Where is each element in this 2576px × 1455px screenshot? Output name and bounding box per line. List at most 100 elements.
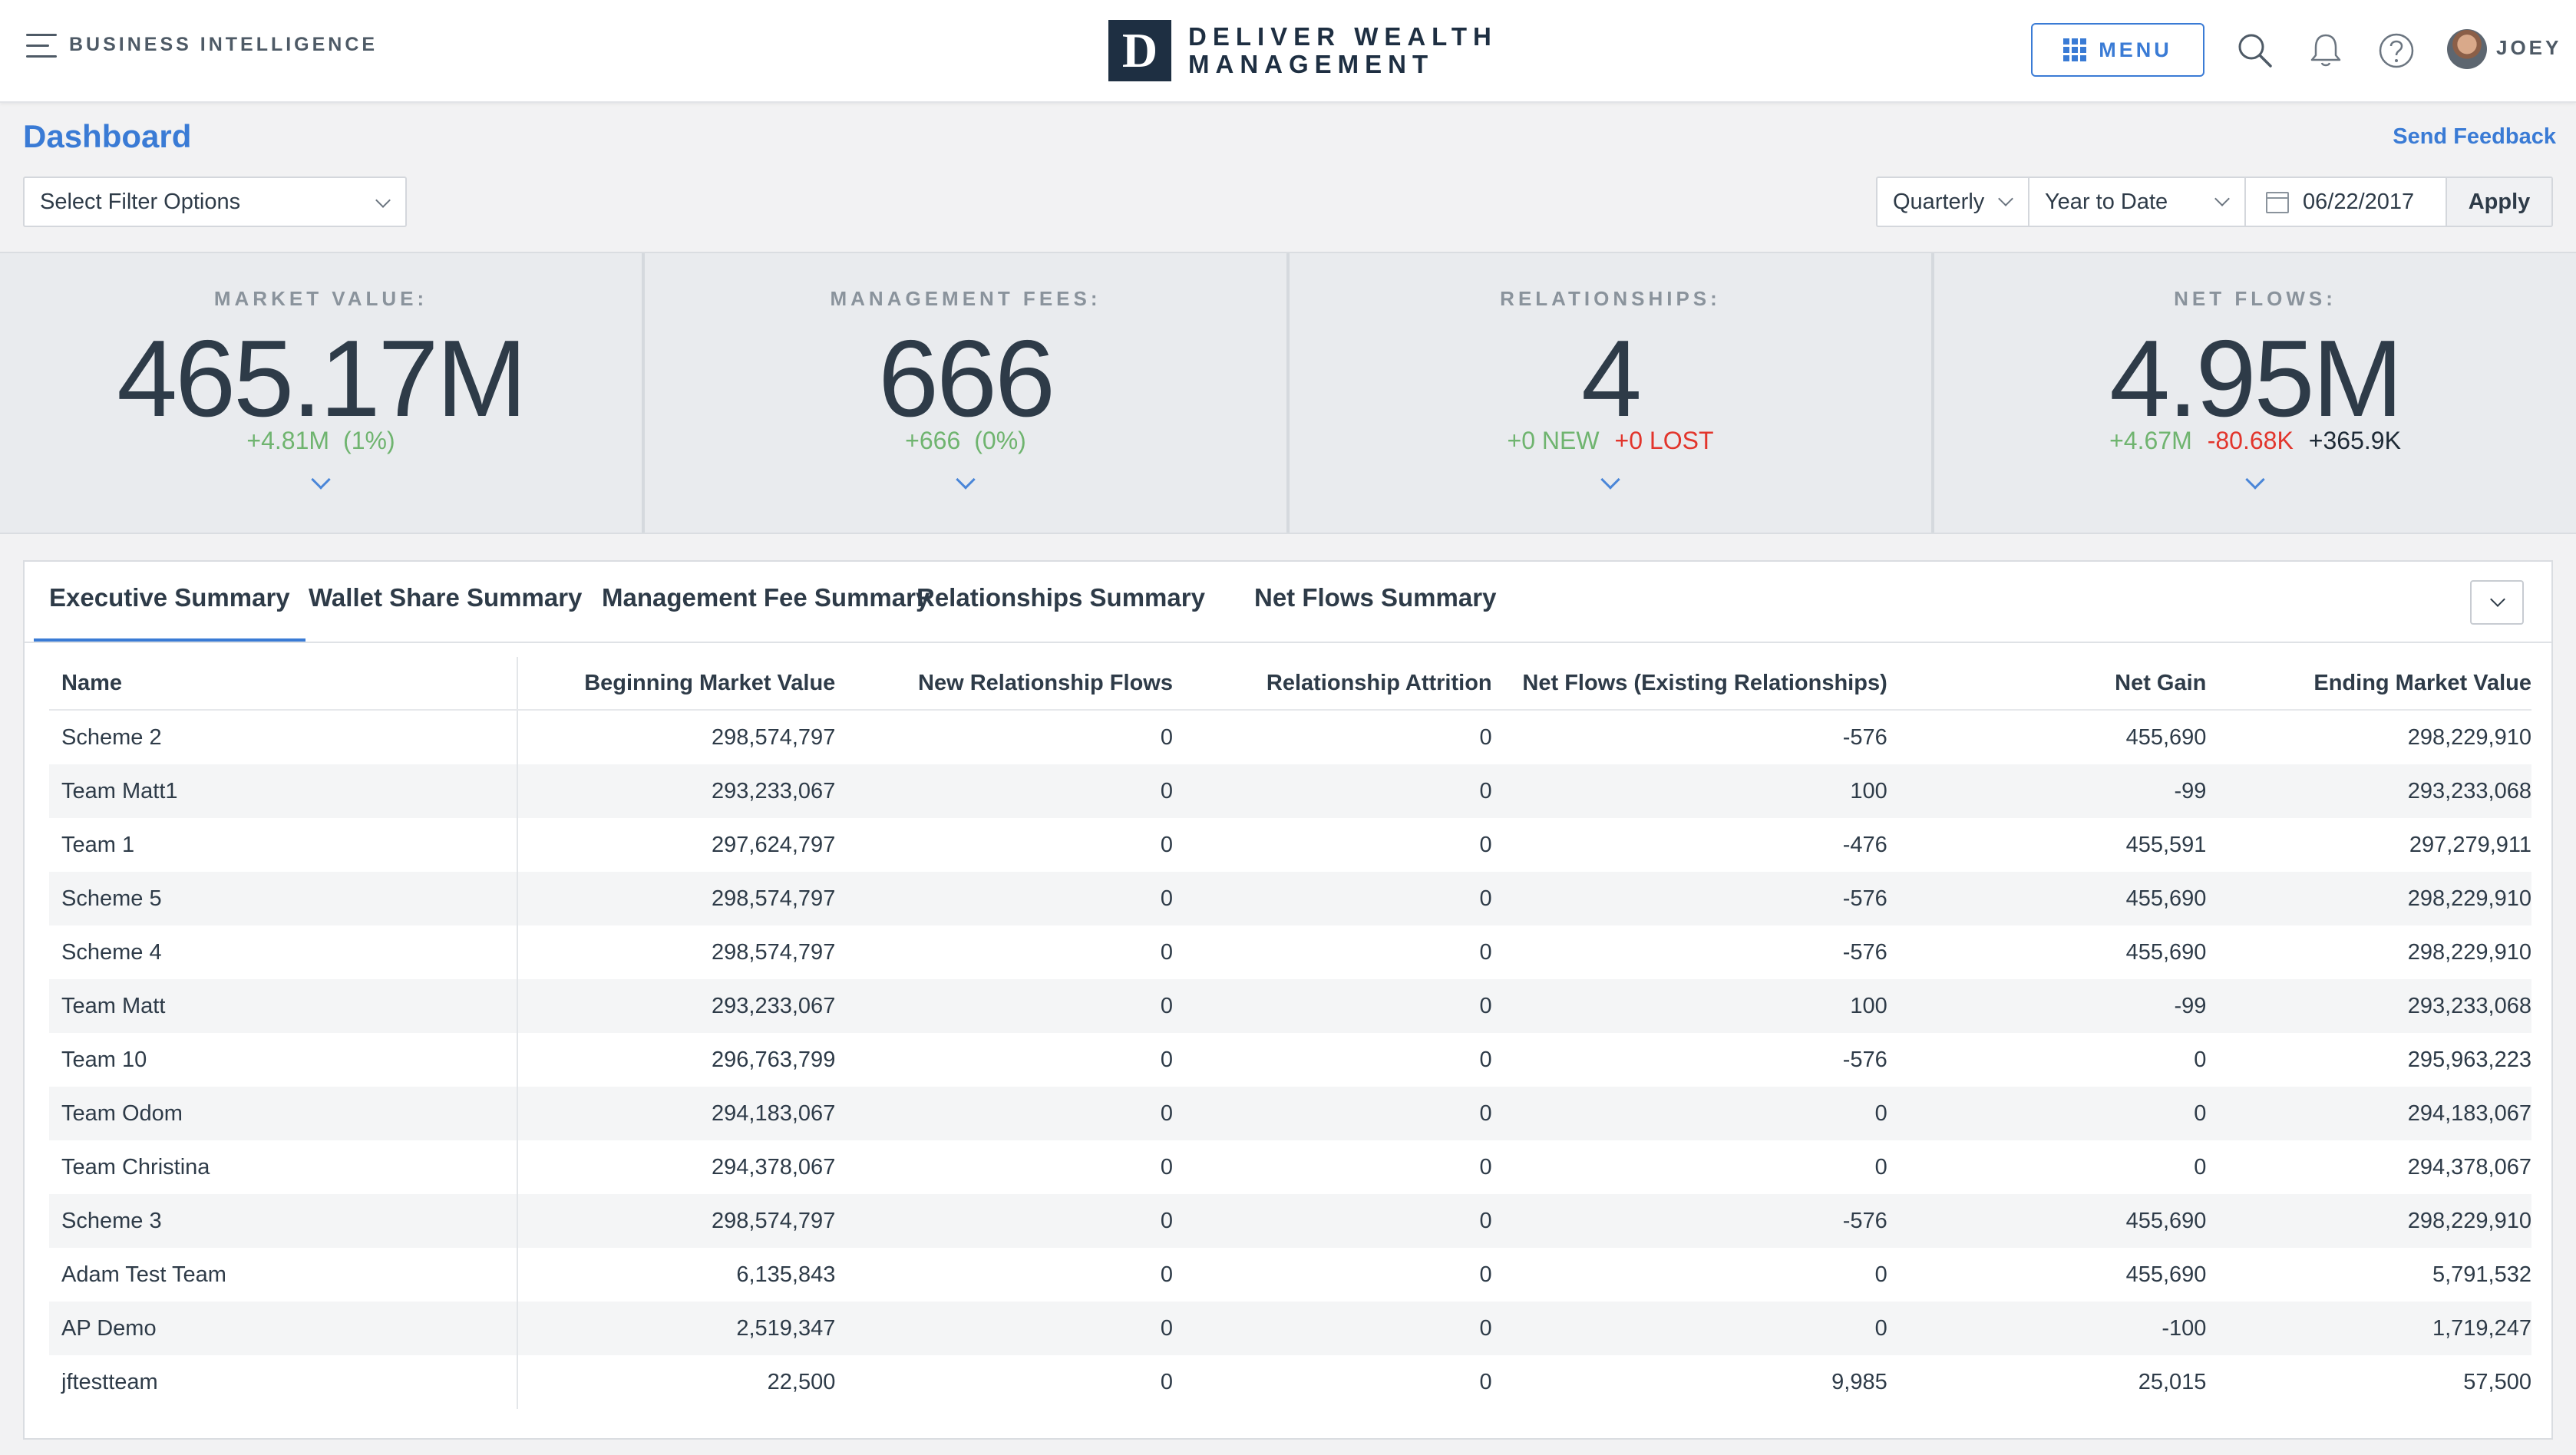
cell-beginning-market-value: 294,183,067: [712, 1100, 836, 1126]
kpi-row: MARKET VALUE: 465.17M +4.81M (1%) MANAGE…: [0, 252, 2576, 534]
help-icon[interactable]: [2373, 28, 2419, 74]
grid-icon: [2063, 38, 2087, 61]
menu-button-label: MENU: [2099, 38, 2172, 61]
cell-ending-market-value: 298,229,910: [2407, 1208, 2531, 1233]
cell-net-gain: 455,690: [2125, 939, 2207, 965]
executive-summary-table: Name Beginning Market Value New Relation…: [49, 657, 2531, 1409]
cell-beginning-market-value: 298,574,797: [712, 724, 836, 750]
cell-name: Team 10: [49, 1033, 518, 1087]
cell-name: Team Christina: [49, 1140, 518, 1194]
range-select-value: Year to Date: [2045, 189, 2168, 214]
table-row[interactable]: jftestteam 22,500 0 0 9,985 25,015 57,500: [49, 1355, 2531, 1409]
cell-relationship-attrition: 0: [1479, 724, 1492, 750]
expand-chevron-icon[interactable]: [311, 470, 331, 490]
company-logo[interactable]: D DELIVER WEALTH MANAGEMENT: [1108, 20, 1498, 81]
column-header-ending-market-value[interactable]: Ending Market Value: [2206, 657, 2531, 709]
cell-beginning-market-value: 293,233,067: [712, 993, 836, 1018]
hamburger-menu-icon[interactable]: [26, 31, 57, 61]
period-controls: Quarterly Year to Date 06/22/2017 Apply: [1876, 177, 2553, 227]
date-picker[interactable]: 06/22/2017: [2246, 178, 2447, 226]
table-row[interactable]: AP Demo 2,519,347 0 0 0 -100 1,719,247: [49, 1302, 2531, 1355]
date-value: 06/22/2017: [2303, 189, 2415, 214]
cell-net-gain: 455,690: [2125, 1262, 2207, 1287]
cell-name: Team Matt1: [49, 764, 518, 818]
cell-name: Team Odom: [49, 1087, 518, 1140]
cell-new-relationship-flows: 0: [1160, 1154, 1173, 1180]
user-name[interactable]: JOEY: [2496, 36, 2561, 60]
cell-ending-market-value: 295,963,223: [2407, 1047, 2531, 1072]
column-header-beginning-market-value[interactable]: Beginning Market Value: [518, 657, 854, 709]
cell-net-gain: -100: [2162, 1315, 2207, 1341]
apply-button[interactable]: Apply: [2447, 178, 2551, 226]
kpi-value: 465.17M: [117, 318, 527, 440]
tab-relationships-summary[interactable]: Relationships Summary: [901, 583, 1220, 642]
avatar[interactable]: [2447, 29, 2487, 69]
kpi-change: +0 NEW +0 LOST: [1290, 427, 1931, 455]
column-header-new-relationship-flows[interactable]: New Relationship Flows: [854, 657, 1173, 709]
menu-button[interactable]: MENU: [2031, 23, 2204, 77]
cell-new-relationship-flows: 0: [1160, 832, 1173, 857]
column-header-relationship-attrition[interactable]: Relationship Attrition: [1173, 657, 1492, 709]
tab-management-fee-summary[interactable]: Management Fee Summary: [586, 583, 945, 642]
kpi-label: MARKET VALUE:: [213, 287, 428, 310]
table-row[interactable]: Scheme 4 298,574,797 0 0 -576 455,690 298,229,…: [49, 925, 2531, 979]
cell-net-flows-existing: -576: [1842, 886, 1887, 911]
cell-net-flows-existing: -576: [1842, 724, 1887, 750]
range-select[interactable]: Year to Date: [2029, 178, 2246, 226]
kpi-change-amount: +666: [905, 427, 961, 454]
tab-wallet-share-summary[interactable]: Wallet Share Summary: [293, 583, 597, 642]
table-row[interactable]: Team Odom 294,183,067 0 0 0 0 294,183,067: [49, 1087, 2531, 1140]
kpi-new-relationships: +0 NEW: [1507, 427, 1600, 454]
kpi-market-value[interactable]: MARKET VALUE: 465.17M +4.81M (1%): [0, 253, 645, 533]
tab-net-flows-summary[interactable]: Net Flows Summary: [1239, 583, 1511, 642]
kpi-change-percent: (1%): [343, 427, 395, 454]
send-feedback-link[interactable]: Send Feedback: [2393, 124, 2556, 150]
logo-text: DELIVER WEALTH MANAGEMENT: [1188, 23, 1498, 78]
period-select[interactable]: Quarterly: [1878, 178, 2029, 226]
table-row[interactable]: Team 1 297,624,797 0 0 -476 455,591 297,279,91…: [49, 818, 2531, 872]
column-header-name[interactable]: Name: [49, 657, 518, 709]
kpi-relationships[interactable]: RELATIONSHIPS: 4 +0 NEW +0 LOST: [1290, 253, 1934, 533]
table-row[interactable]: Scheme 2 298,574,797 0 0 -576 455,690 298,229,…: [49, 711, 2531, 764]
kpi-net-flows[interactable]: NET FLOWS: 4.95M +4.67M -80.68K +365.9K: [1934, 253, 2576, 533]
kpi-inflows: +4.67M: [2109, 427, 2192, 454]
table-row[interactable]: Team 10 296,763,799 0 0 -576 0 295,963,223: [49, 1033, 2531, 1087]
kpi-lost-relationships: +0 LOST: [1614, 427, 1714, 454]
kpi-change-amount: +4.81M: [246, 427, 330, 454]
expand-chevron-icon[interactable]: [2245, 470, 2265, 490]
table-row[interactable]: Adam Test Team 6,135,843 0 0 0 455,690 5,791,5…: [49, 1248, 2531, 1302]
cell-ending-market-value: 294,183,067: [2407, 1100, 2531, 1126]
cell-net-flows-existing: 100: [1850, 993, 1887, 1018]
table-row[interactable]: Team Matt1 293,233,067 0 0 100 -99 293,233,068: [49, 764, 2531, 818]
kpi-management-fees[interactable]: MANAGEMENT FEES: 666 +666 (0%): [645, 253, 1290, 533]
panel-dropdown-button[interactable]: [2470, 580, 2524, 625]
kpi-change: +666 (0%): [645, 427, 1286, 455]
search-icon[interactable]: [2232, 28, 2278, 74]
cell-relationship-attrition: 0: [1479, 832, 1492, 857]
filter-options-select[interactable]: Select Filter Options: [23, 177, 407, 227]
table-row[interactable]: Scheme 3 298,574,797 0 0 -576 455,690 298,229,…: [49, 1194, 2531, 1248]
cell-ending-market-value: 5,791,532: [2432, 1262, 2531, 1287]
table-row[interactable]: Scheme 5 298,574,797 0 0 -576 455,690 298,229,…: [49, 872, 2531, 925]
table-row[interactable]: Team Matt 293,233,067 0 0 100 -99 293,233,068: [49, 979, 2531, 1033]
expand-chevron-icon[interactable]: [1600, 470, 1620, 490]
tab-executive-summary[interactable]: Executive Summary: [34, 583, 305, 642]
cell-name: jftestteam: [49, 1355, 518, 1409]
cell-ending-market-value: 293,233,068: [2407, 993, 2531, 1018]
column-header-net-gain[interactable]: Net Gain: [1887, 657, 2206, 709]
cell-relationship-attrition: 0: [1479, 1369, 1492, 1394]
cell-net-flows-existing: 0: [1874, 1262, 1887, 1287]
column-header-net-flows-existing[interactable]: Net Flows (Existing Relationships): [1492, 657, 1887, 709]
cell-relationship-attrition: 0: [1479, 993, 1492, 1018]
kpi-change: +4.67M -80.68K +365.9K: [1934, 427, 2576, 455]
cell-new-relationship-flows: 0: [1160, 886, 1173, 911]
kpi-value: 4: [1581, 318, 1642, 440]
kpi-other-flows: +365.9K: [2308, 427, 2401, 454]
cell-net-flows-existing: 0: [1874, 1315, 1887, 1341]
bell-icon[interactable]: [2303, 28, 2349, 74]
cell-name: Scheme 2: [49, 711, 518, 764]
table-row[interactable]: Team Christina 294,378,067 0 0 0 0 294,378,067: [49, 1140, 2531, 1194]
expand-chevron-icon[interactable]: [956, 470, 976, 490]
cell-relationship-attrition: 0: [1479, 939, 1492, 965]
cell-net-flows-existing: 0: [1874, 1154, 1887, 1180]
